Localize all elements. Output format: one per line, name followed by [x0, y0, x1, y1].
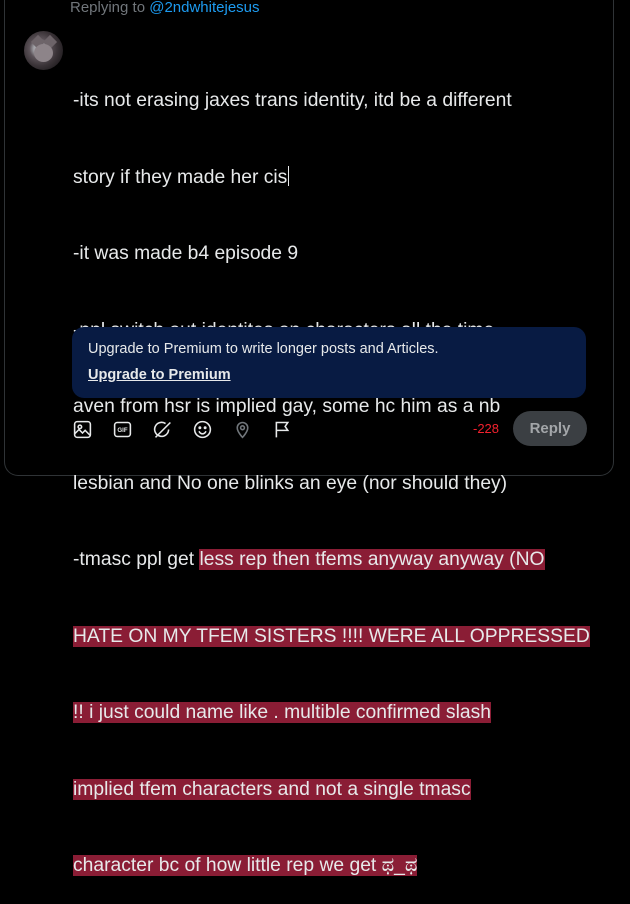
- emoji-icon[interactable]: [190, 414, 214, 444]
- image-icon[interactable]: [70, 414, 94, 444]
- post-line-3: -it was made b4 episode 9: [73, 243, 299, 264]
- post-line-7: -tmasc ppl get less rep then tfems anywa…: [73, 549, 545, 570]
- flag-icon[interactable]: [270, 414, 294, 444]
- svg-text:GIF: GIF: [117, 427, 127, 434]
- post-line-8: HATE ON MY TFEM SISTERS !!!! WERE ALL OP…: [73, 624, 593, 650]
- post-line-6: lesbian and No one blinks an eye (nor sh…: [73, 472, 508, 494]
- reply-button[interactable]: Reply: [513, 411, 587, 446]
- upgrade-premium-link[interactable]: Upgrade to Premium: [88, 367, 231, 383]
- overflow-text: !! i just could name like . multible con…: [73, 702, 491, 723]
- upsell-message: Upgrade to Premium to write longer posts…: [88, 341, 439, 357]
- overflow-text: HATE ON MY TFEM SISTERS !!!! WERE ALL OP…: [73, 625, 590, 647]
- post-textarea[interactable]: -its not erasing jaxes trans identity, i…: [73, 37, 593, 904]
- gif-icon[interactable]: GIF: [110, 414, 134, 444]
- post-line-9: !! i just could name like . multible con…: [73, 700, 593, 726]
- overflow-text: implied tfem characters and not a single…: [73, 778, 471, 800]
- character-count: -228: [473, 421, 500, 436]
- replying-to: Replying to @2ndwhitejesus: [70, 0, 260, 16]
- post-line-1: -its not erasing jaxes trans identity, i…: [73, 90, 512, 111]
- post-line-10: implied tfem characters and not a single…: [73, 777, 593, 803]
- post-line-11: character bc of how little rep we get ಥ_…: [73, 853, 593, 879]
- replying-prefix: Replying to: [70, 0, 150, 16]
- avatar[interactable]: [24, 31, 63, 70]
- overflow-text: character bc of how little rep we get ಥ_…: [73, 855, 418, 876]
- overflow-text: less rep then tfems anyway anyway (NO: [199, 549, 545, 570]
- premium-upsell-banner: Upgrade to Premium to write longer posts…: [72, 327, 586, 398]
- post-line-2: story if they made her cis: [73, 165, 290, 188]
- grok-icon[interactable]: [150, 414, 174, 444]
- location-icon: [230, 414, 254, 444]
- text-caret: [288, 165, 290, 186]
- replying-handle-link[interactable]: @2ndwhitejesus: [149, 0, 259, 16]
